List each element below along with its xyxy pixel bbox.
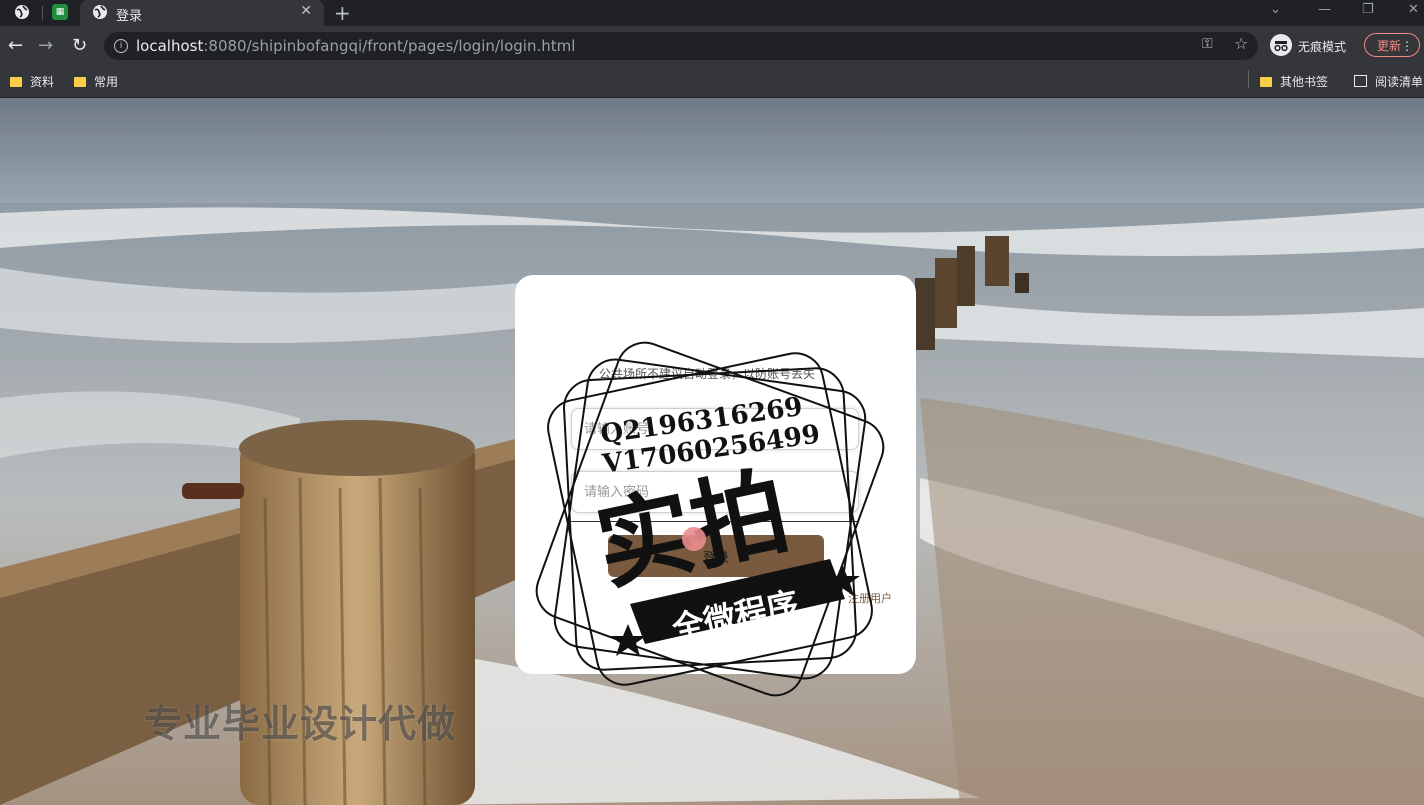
restore-icon[interactable]: ❐ bbox=[1362, 2, 1374, 17]
url-text[interactable]: localhost:8080/shipinbofangqi/front/page… bbox=[136, 37, 575, 55]
other-bookmarks-label: 其他书签 bbox=[1280, 75, 1329, 89]
incognito-icon[interactable] bbox=[1270, 34, 1292, 56]
tab-title: 登录 bbox=[116, 9, 143, 24]
reading-list[interactable]: 阅读清单 bbox=[1354, 73, 1423, 90]
new-tab-icon[interactable]: + bbox=[334, 1, 351, 25]
globe-icon bbox=[93, 5, 107, 19]
window-close-icon[interactable]: ✕ bbox=[1408, 2, 1419, 17]
address-bar[interactable]: i localhost:8080/shipinbofangqi/front/pa… bbox=[104, 32, 1258, 60]
bookmark-folder[interactable]: 资料 bbox=[10, 73, 54, 90]
close-tab-icon[interactable]: ✕ bbox=[300, 3, 312, 19]
browser-toolbar: ← → ↻ i localhost:8080/shipinbofangqi/fr… bbox=[0, 26, 1424, 66]
menu-kebab-icon[interactable]: ⋮ bbox=[1401, 34, 1413, 58]
tab-strip: ▦ 登录 ✕ + ⌄ — ❐ ✕ bbox=[0, 0, 1424, 26]
password-input[interactable] bbox=[571, 471, 859, 513]
folder-icon bbox=[10, 77, 22, 87]
tab-login[interactable]: 登录 ✕ bbox=[80, 0, 324, 26]
login-button[interactable]: 登录 bbox=[608, 535, 824, 577]
login-notice: 公共场所不建议自动登录，以防账号丢失 bbox=[599, 367, 816, 381]
url-host: localhost bbox=[136, 37, 204, 55]
update-button[interactable]: 更新 ⋮ bbox=[1364, 33, 1420, 57]
reload-icon[interactable]: ↻ bbox=[72, 35, 87, 56]
divider bbox=[571, 521, 859, 522]
tab-separator bbox=[42, 6, 43, 20]
bookmarks-bar: 资料 常用 其他书签 阅读清单 bbox=[0, 66, 1424, 98]
globe-icon[interactable] bbox=[14, 4, 30, 20]
url-path: :8080/shipinbofangqi/front/pages/login/l… bbox=[203, 37, 576, 55]
incognito-label: 无痕模式 bbox=[1298, 40, 1347, 54]
bookmarks-divider bbox=[1248, 70, 1249, 88]
register-link[interactable]: 注册用户 bbox=[848, 590, 892, 606]
tab-search-icon[interactable]: ⌄ bbox=[1270, 2, 1281, 17]
username-input[interactable] bbox=[571, 408, 859, 450]
key-icon[interactable]: ⚿ bbox=[1202, 36, 1213, 52]
folder-icon bbox=[1260, 77, 1272, 87]
bookmark-label: 资料 bbox=[30, 75, 55, 89]
page-viewport: 公共场所不建议自动登录，以防账号丢失 登录 注册用户 Q2196316269 V… bbox=[0, 98, 1424, 805]
info-icon[interactable]: i bbox=[114, 39, 128, 53]
forward-icon[interactable]: → bbox=[38, 35, 53, 56]
login-card: 公共场所不建议自动登录，以防账号丢失 登录 注册用户 bbox=[515, 275, 916, 674]
bookmark-label: 常用 bbox=[94, 75, 119, 89]
other-bookmarks[interactable]: 其他书签 bbox=[1260, 73, 1328, 90]
bookmark-star-icon[interactable]: ☆ bbox=[1234, 34, 1248, 53]
update-label: 更新 bbox=[1377, 39, 1402, 53]
watermark-bottom: 专业毕业设计代做 bbox=[144, 702, 457, 746]
bookmark-folder[interactable]: 常用 bbox=[74, 73, 118, 90]
reading-list-label: 阅读清单 bbox=[1375, 75, 1424, 89]
minimize-icon[interactable]: — bbox=[1318, 2, 1331, 17]
back-icon[interactable]: ← bbox=[8, 35, 23, 56]
reading-list-icon bbox=[1354, 75, 1367, 87]
folder-icon bbox=[74, 77, 86, 87]
sheets-tab-icon[interactable]: ▦ bbox=[52, 4, 68, 20]
